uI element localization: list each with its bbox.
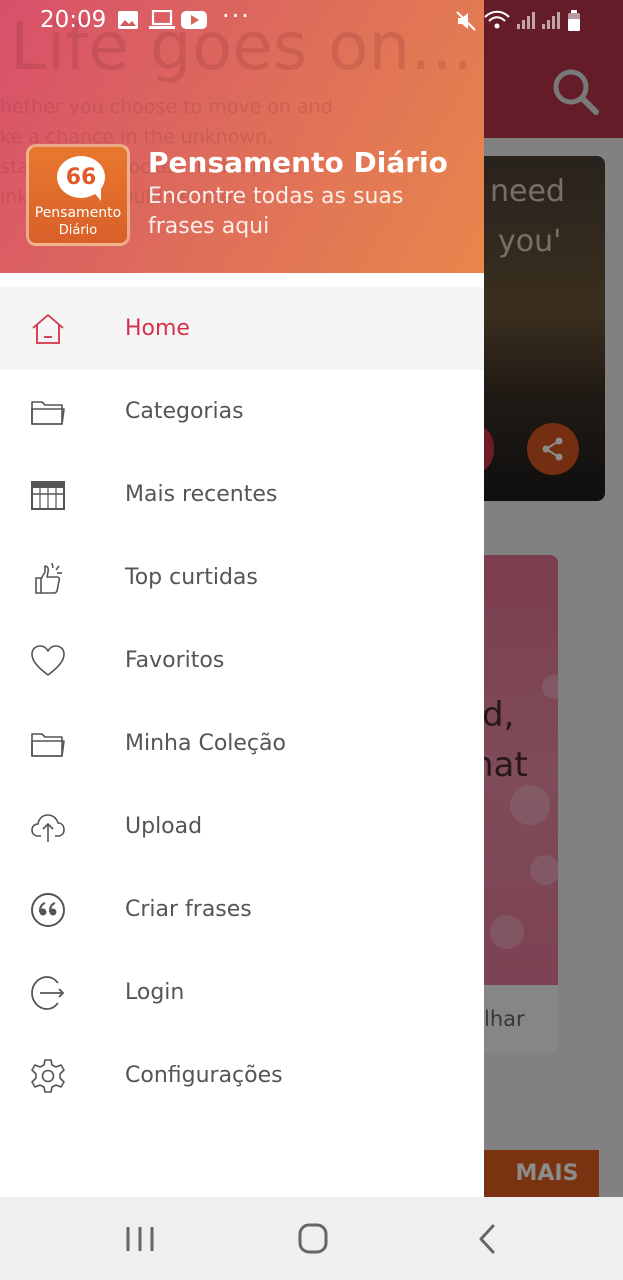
status-bar: 20:09 ··· (0, 0, 623, 42)
login-icon (31, 976, 65, 1010)
menu-item-categories[interactable]: Categorias (0, 370, 484, 453)
menu-item-home[interactable]: Home (0, 287, 484, 370)
logo-text: Diário (58, 223, 98, 238)
home-button-icon[interactable] (293, 1221, 333, 1257)
menu-item-label: Minha Coleção (125, 731, 286, 756)
menu-item-label: Mais recentes (125, 482, 278, 507)
menu-item-label: Favoritos (125, 648, 225, 673)
back-icon[interactable] (468, 1221, 508, 1257)
menu-item-top-liked[interactable]: Top curtidas (0, 536, 484, 619)
calendar-icon (31, 481, 65, 510)
mute-icon (456, 11, 476, 31)
app-logo: 66 Pensamento Diário (26, 144, 130, 246)
menu-item-label: Criar frases (125, 897, 252, 922)
battery-icon (568, 10, 580, 31)
signal-icon (542, 12, 560, 29)
menu-item-login[interactable]: Login (0, 951, 484, 1034)
youtube-icon (181, 11, 207, 29)
logo-text: Pensamento (34, 205, 122, 221)
laptop-icon (149, 10, 175, 29)
menu-item-label: Login (125, 980, 185, 1005)
menu-item-label: Upload (125, 814, 203, 839)
menu-item-my-collection[interactable]: Minha Coleção (0, 702, 484, 785)
menu-item-settings[interactable]: Configurações (0, 1034, 484, 1117)
menu-item-upload[interactable]: Upload (0, 785, 484, 868)
signal-icon (517, 12, 535, 29)
app-subtitle: Encontre todas as suas frases aqui (148, 184, 404, 239)
menu-item-label: Configurações (125, 1063, 283, 1088)
menu-item-label: Home (125, 316, 190, 341)
wifi-icon (484, 10, 510, 29)
quote-icon (31, 893, 65, 927)
navigation-drawer: Life goes on... hether you choose to mov… (0, 0, 484, 1197)
gallery-icon (118, 11, 138, 29)
system-navigation-bar (0, 1197, 623, 1280)
folder-icon (31, 401, 65, 425)
menu-item-recent[interactable]: Mais recentes (0, 453, 484, 536)
menu-item-create-quotes[interactable]: Criar frases (0, 868, 484, 951)
cloud-upload-icon (31, 814, 65, 842)
menu-item-label: Categorias (125, 399, 244, 424)
more-notifications-icon: ··· (222, 2, 251, 30)
status-time: 20:09 (40, 7, 107, 33)
thumbs-up-icon (35, 562, 62, 594)
menu-item-favorites[interactable]: Favoritos (0, 619, 484, 702)
menu-item-label: Top curtidas (125, 565, 258, 590)
recent-apps-icon[interactable] (120, 1221, 160, 1257)
folder-open-icon (31, 733, 65, 757)
app-title: Pensamento Diário (148, 146, 448, 179)
heart-icon (31, 645, 65, 676)
drawer-menu: Home Categorias Mais recentes Top curtid… (0, 287, 484, 1117)
settings-icon (31, 1059, 65, 1093)
header-background-text: hether you choose to move on and (0, 96, 333, 118)
home-icon (32, 314, 64, 344)
